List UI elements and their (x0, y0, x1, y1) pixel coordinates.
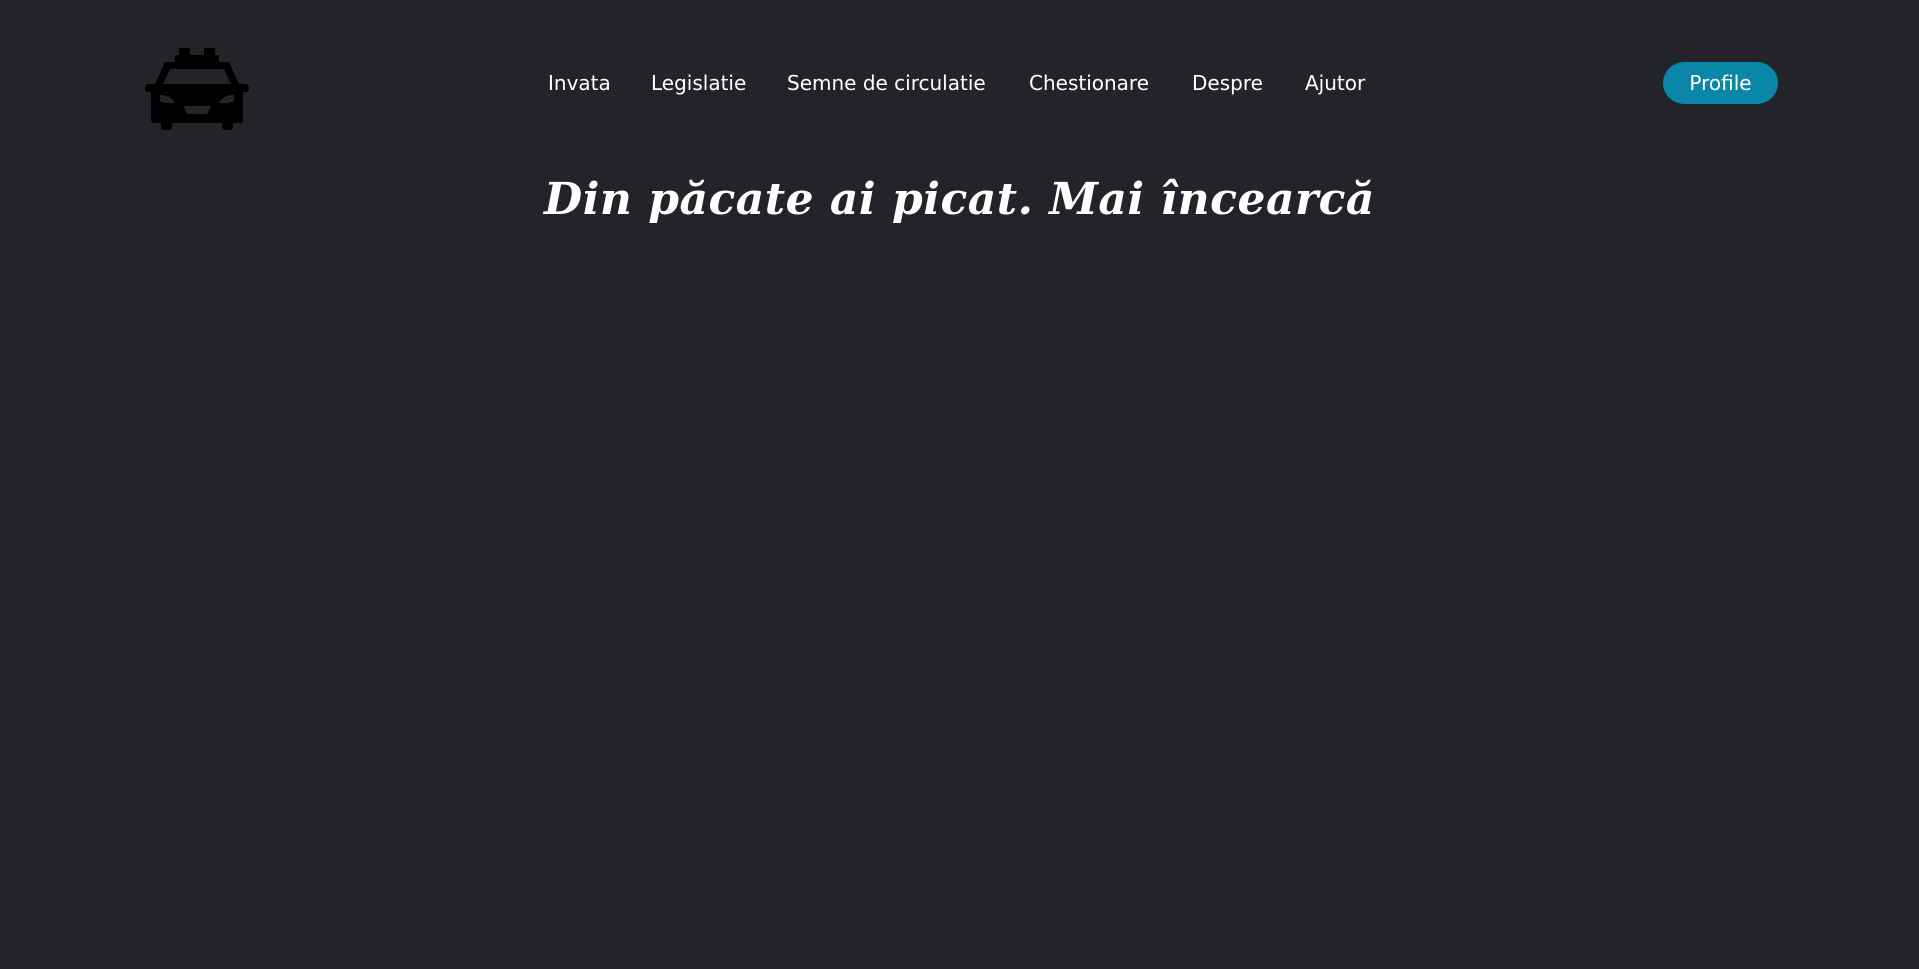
main-nav: Invata Legislatie Semne de circulatie Ch… (0, 68, 1919, 98)
nav-item-semne-de-circulatie[interactable]: Semne de circulatie (787, 68, 986, 98)
nav-item-invata[interactable]: Invata (548, 68, 611, 98)
nav-item-ajutor[interactable]: Ajutor (1305, 68, 1365, 98)
nav-item-chestionare[interactable]: Chestionare (1029, 68, 1149, 98)
page: Invata Legislatie Semne de circulatie Ch… (0, 0, 1919, 969)
nav-item-despre[interactable]: Despre (1192, 68, 1263, 98)
profile-button[interactable]: Profile (1663, 62, 1778, 104)
nav-item-legislatie[interactable]: Legislatie (651, 68, 746, 98)
result-message: Din păcate ai picat. Mai încearcă (544, 174, 1375, 225)
